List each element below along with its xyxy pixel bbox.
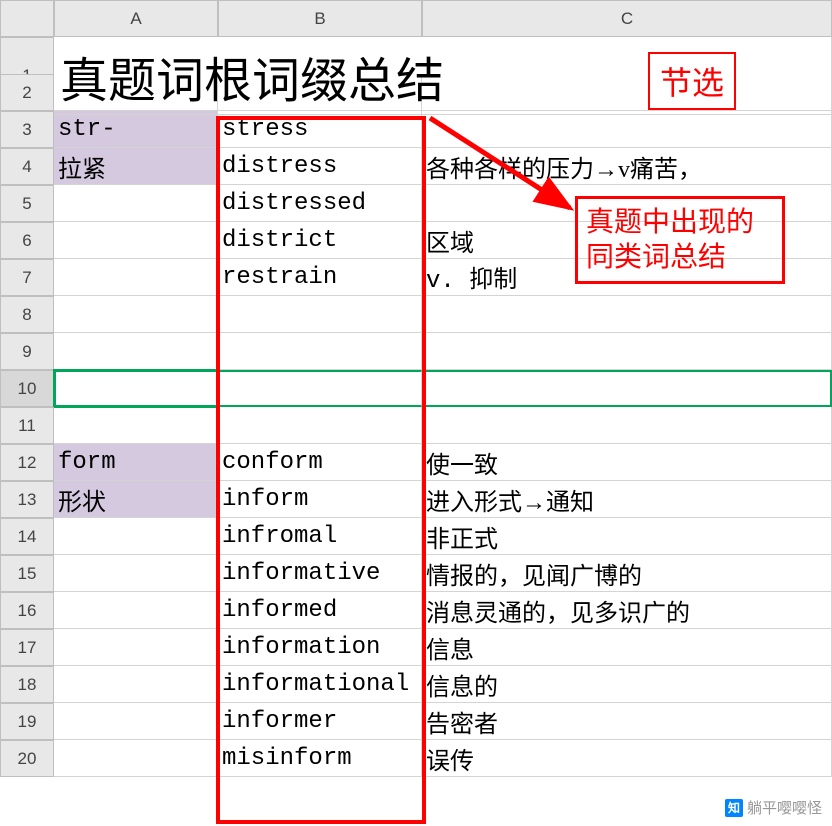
cell-A18[interactable] — [54, 666, 218, 703]
row-header-2[interactable]: 2 — [0, 74, 54, 111]
cell-A14[interactable] — [54, 518, 218, 555]
cell-B13[interactable]: inform — [218, 481, 422, 518]
cell-C3[interactable] — [422, 111, 832, 148]
annotation-excerpt-label: 节选 — [648, 52, 736, 110]
cell-B18[interactable]: informational — [218, 666, 422, 703]
cell-C12[interactable]: 使一致 — [422, 444, 832, 481]
col-header-B[interactable]: B — [218, 0, 422, 37]
cell-C14[interactable]: 非正式 — [422, 518, 832, 555]
cell-C4[interactable]: 各种各样的压力→v痛苦， — [422, 148, 832, 185]
cell-A7[interactable] — [54, 259, 218, 296]
row-header-17[interactable]: 17 — [0, 629, 54, 666]
row-header-5[interactable]: 5 — [0, 185, 54, 222]
cell-A13[interactable]: 形状 — [54, 481, 218, 518]
cell-A11[interactable] — [54, 407, 218, 444]
cell-B20[interactable]: misinform — [218, 740, 422, 777]
cell-A4[interactable]: 拉紧 — [54, 148, 218, 185]
cell-C13[interactable]: 进入形式→通知 — [422, 481, 832, 518]
row-header-10[interactable]: 10 — [0, 370, 54, 407]
cell-A10[interactable] — [54, 370, 218, 407]
cell-B11[interactable] — [218, 407, 422, 444]
cell-A15[interactable] — [54, 555, 218, 592]
col-header-A[interactable]: A — [54, 0, 218, 37]
row-header-11[interactable]: 11 — [0, 407, 54, 444]
cell-B19[interactable]: informer — [218, 703, 422, 740]
cell-B6[interactable]: district — [218, 222, 422, 259]
cell-C19[interactable]: 告密者 — [422, 703, 832, 740]
annotation-callout-box: 真题中出现的同类词总结 — [575, 196, 785, 284]
cell-B3[interactable]: stress — [218, 111, 422, 148]
row-header-6[interactable]: 6 — [0, 222, 54, 259]
cell-A9[interactable] — [54, 333, 218, 370]
cell-B8[interactable] — [218, 296, 422, 333]
cell-C9[interactable] — [422, 333, 832, 370]
cell-A3[interactable]: str- — [54, 111, 218, 148]
row-header-20[interactable]: 20 — [0, 740, 54, 777]
cell-A12[interactable]: form — [54, 444, 218, 481]
watermark-text: 躺平嘤嘤怪 — [747, 797, 822, 818]
row-header-7[interactable]: 7 — [0, 259, 54, 296]
cell-A8[interactable] — [54, 296, 218, 333]
zhihu-icon: 知 — [725, 799, 743, 817]
row-header-16[interactable]: 16 — [0, 592, 54, 629]
row-header-4[interactable]: 4 — [0, 148, 54, 185]
spreadsheet[interactable]: A B C 1 真题词根词缀总结 2 3 str- stress 4 拉紧 di… — [0, 0, 832, 777]
cell-C10[interactable] — [422, 370, 832, 407]
row-header-3[interactable]: 3 — [0, 111, 54, 148]
cell-C11[interactable] — [422, 407, 832, 444]
cell-B10[interactable] — [218, 370, 422, 407]
cell-A20[interactable] — [54, 740, 218, 777]
cell-C15[interactable]: 情报的，见闻广博的 — [422, 555, 832, 592]
cell-C8[interactable] — [422, 296, 832, 333]
cell-B12[interactable]: conform — [218, 444, 422, 481]
cell-B15[interactable]: informative — [218, 555, 422, 592]
col-header-C[interactable]: C — [422, 0, 832, 37]
row-header-8[interactable]: 8 — [0, 296, 54, 333]
cell-B7[interactable]: restrain — [218, 259, 422, 296]
row-header-12[interactable]: 12 — [0, 444, 54, 481]
cell-B5[interactable]: distressed — [218, 185, 422, 222]
page-title: 真题词根词缀总结 — [60, 41, 444, 111]
cell-A6[interactable] — [54, 222, 218, 259]
row-header-14[interactable]: 14 — [0, 518, 54, 555]
cell-B17[interactable]: information — [218, 629, 422, 666]
cell-A5[interactable] — [54, 185, 218, 222]
row-header-9[interactable]: 9 — [0, 333, 54, 370]
row-header-18[interactable]: 18 — [0, 666, 54, 703]
cell-A17[interactable] — [54, 629, 218, 666]
cell-A16[interactable] — [54, 592, 218, 629]
watermark: 知 躺平嘤嘤怪 — [725, 797, 822, 818]
cell-B9[interactable] — [218, 333, 422, 370]
cell-B14[interactable]: infromal — [218, 518, 422, 555]
cell-A19[interactable] — [54, 703, 218, 740]
cell-C18[interactable]: 信息的 — [422, 666, 832, 703]
cell-C20[interactable]: 误传 — [422, 740, 832, 777]
cell-B4[interactable]: distress — [218, 148, 422, 185]
cell-B16[interactable]: informed — [218, 592, 422, 629]
select-all-corner[interactable] — [0, 0, 54, 37]
row-header-15[interactable]: 15 — [0, 555, 54, 592]
cell-C17[interactable]: 信息 — [422, 629, 832, 666]
row-header-13[interactable]: 13 — [0, 481, 54, 518]
row-header-19[interactable]: 19 — [0, 703, 54, 740]
cell-C16[interactable]: 消息灵通的，见多识广的 — [422, 592, 832, 629]
